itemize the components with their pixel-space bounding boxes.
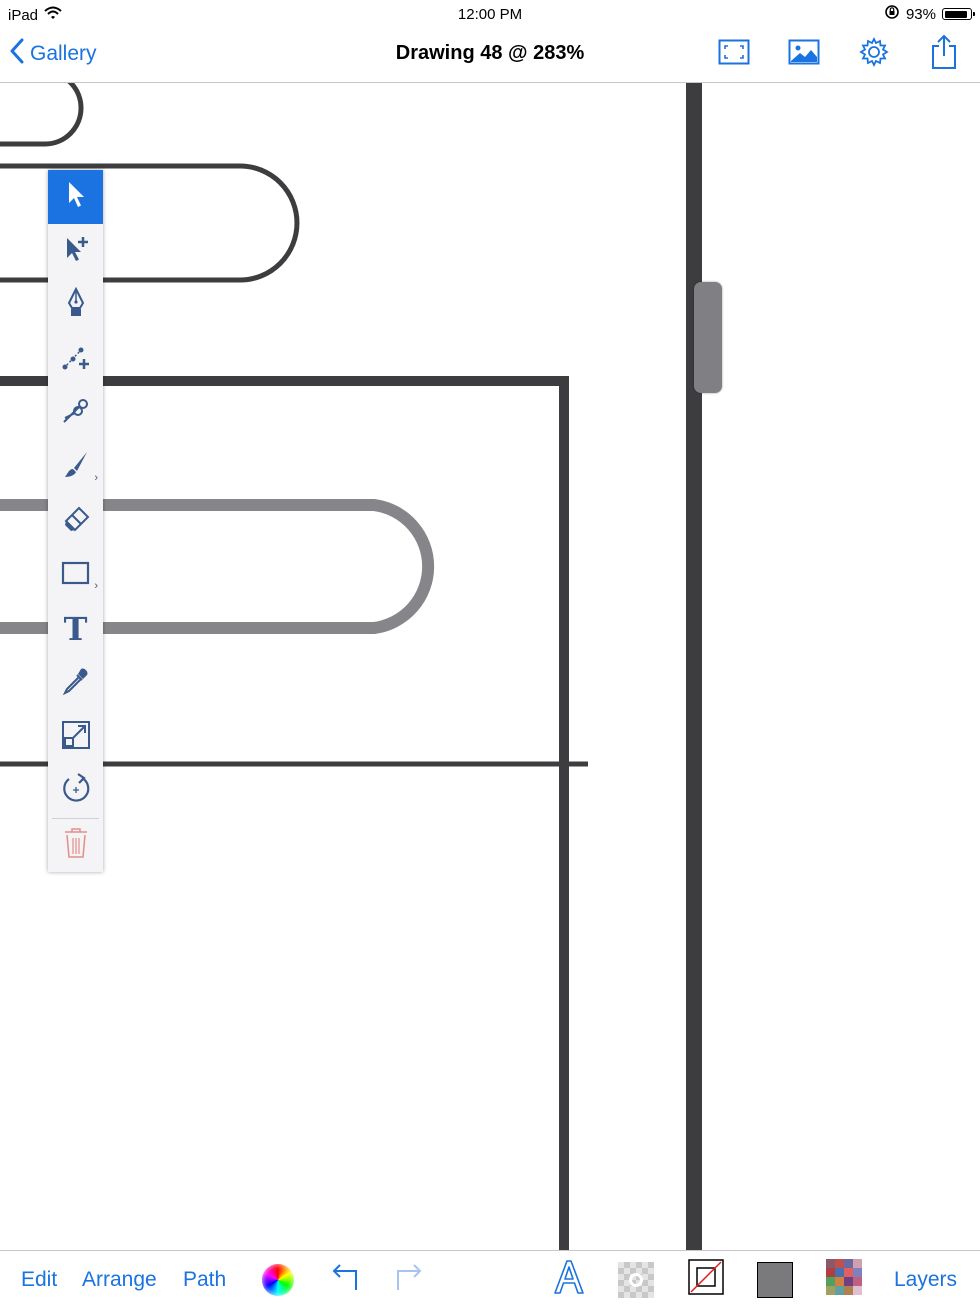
settings-button[interactable]: [856, 34, 892, 74]
text-style-icon: [552, 1259, 586, 1300]
tool-shape[interactable]: ›: [48, 548, 103, 602]
fill-color-button[interactable]: [757, 1251, 793, 1308]
rounded-shape-top: [0, 83, 84, 147]
chevron-right-icon: ›: [94, 472, 98, 484]
back-button[interactable]: Gallery: [10, 38, 97, 70]
gear-icon: [858, 36, 890, 73]
back-label: Gallery: [30, 42, 97, 65]
fill-swatch-icon: [757, 1261, 793, 1298]
edit-menu-button[interactable]: Edit: [21, 1251, 57, 1308]
tool-select[interactable]: [48, 170, 103, 224]
text-icon: T: [63, 610, 88, 648]
share-button[interactable]: [926, 34, 962, 74]
arrow-cursor-icon: [65, 180, 87, 215]
scissors-icon: [61, 396, 91, 431]
undo-icon: [330, 1263, 360, 1296]
rotate-icon: [60, 772, 92, 810]
text-style-button[interactable]: [552, 1251, 586, 1308]
canvas-artwork: [0, 83, 702, 1250]
fit-screen-button[interactable]: [716, 34, 752, 74]
pen-nib-icon: [65, 286, 87, 324]
path-menu-button[interactable]: Path: [183, 1251, 226, 1308]
color-wheel-icon: [262, 1263, 294, 1296]
tool-add-anchor[interactable]: [48, 332, 103, 386]
fit-screen-icon: [718, 39, 750, 70]
insert-image-button[interactable]: [786, 34, 822, 74]
nav-bar: Gallery Drawing 48 @ 283%: [0, 28, 980, 83]
status-time: 12:00 PM: [457, 6, 523, 23]
scroll-thumb[interactable]: [694, 282, 722, 393]
tool-scale[interactable]: [48, 710, 103, 764]
chevron-right-icon: ›: [94, 580, 98, 592]
trash-icon: [63, 827, 89, 864]
image-icon: [788, 39, 820, 70]
battery-percent: 93%: [905, 5, 936, 23]
share-icon: [930, 34, 958, 75]
tool-palette: › › T: [48, 170, 103, 872]
tool-rotate[interactable]: [48, 764, 103, 818]
stroke-style-button[interactable]: [618, 1251, 654, 1308]
tool-eyedropper[interactable]: [48, 656, 103, 710]
nav-actions: [716, 34, 962, 74]
color-wheel-button[interactable]: [262, 1251, 294, 1308]
tool-brush[interactable]: ›: [48, 440, 103, 494]
tool-delete[interactable]: [48, 818, 103, 872]
anchor-plus-icon: [61, 342, 91, 377]
eraser-icon: [61, 504, 91, 539]
no-fill-swatch-icon: [688, 1259, 724, 1300]
chevron-left-icon: [10, 38, 24, 70]
redo-icon: [394, 1263, 424, 1296]
tool-text[interactable]: T: [48, 602, 103, 656]
battery-level: [944, 10, 967, 18]
drawing-canvas[interactable]: [0, 83, 980, 1250]
swatches-palette-icon: [826, 1259, 862, 1300]
tool-scissors[interactable]: [48, 386, 103, 440]
layers-button[interactable]: Layers: [894, 1251, 957, 1308]
tool-pen[interactable]: [48, 278, 103, 332]
tool-node-select[interactable]: [48, 224, 103, 278]
undo-button[interactable]: [330, 1251, 360, 1308]
arrange-menu-button[interactable]: Arrange: [82, 1251, 157, 1308]
arrow-plus-icon: [62, 234, 90, 269]
rectangle-icon: [61, 560, 91, 591]
battery-icon: [942, 8, 975, 20]
checker-pattern-icon: [618, 1261, 654, 1298]
status-right: 93%: [884, 4, 975, 24]
scale-icon: [61, 720, 91, 755]
eyedropper-icon: [61, 666, 91, 701]
tool-eraser[interactable]: [48, 494, 103, 548]
redo-button[interactable]: [394, 1251, 424, 1308]
status-bar: iPad 12:00 PM 93%: [0, 0, 980, 28]
stroke-color-button[interactable]: [688, 1251, 724, 1308]
bottom-toolbar: Edit Arrange Path Layers: [0, 1250, 980, 1308]
rotation-lock-icon: [884, 4, 900, 24]
brush-icon: [61, 450, 91, 485]
rounded-shape-upper: [0, 163, 300, 283]
swatches-button[interactable]: [826, 1251, 862, 1308]
